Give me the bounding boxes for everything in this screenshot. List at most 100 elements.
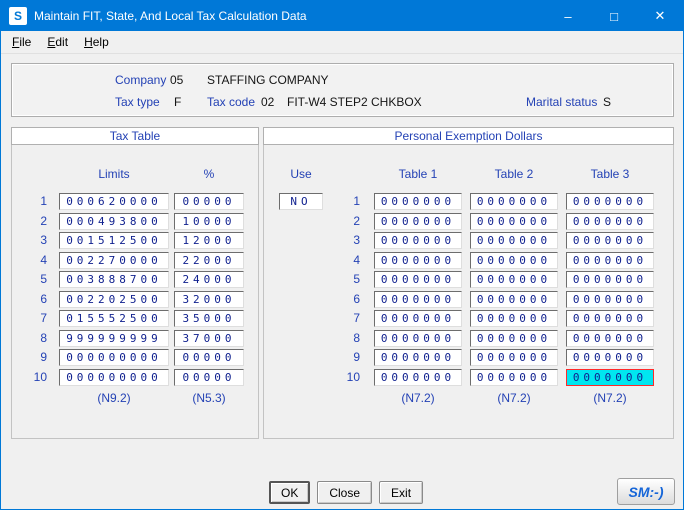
exemption-table1-field-6[interactable]: 0000000 — [374, 290, 462, 308]
row-number: 1 — [353, 194, 360, 208]
exemption-table1-field-9[interactable]: 0000000 — [374, 349, 462, 367]
tax-percent-field-9[interactable]: 00000 — [174, 349, 244, 367]
maximize-button[interactable]: □ — [591, 1, 637, 31]
personal-exemption-title: Personal Exemption Dollars — [263, 127, 674, 145]
row-number: 10 — [33, 369, 47, 384]
menu-file[interactable]: File — [4, 32, 39, 52]
exemption-table2-field-7[interactable]: 0000000 — [470, 310, 558, 328]
tax-limit-field-8[interactable]: 999999999 — [59, 329, 169, 347]
row-number: 6 — [353, 291, 360, 306]
exemption-table2-field-1[interactable]: 0000000 — [470, 193, 558, 210]
company-name: STAFFING COMPANY — [207, 73, 329, 87]
tax-percent-field-8[interactable]: 37000 — [174, 329, 244, 347]
exemption-table3-field-6[interactable]: 0000000 — [566, 290, 654, 308]
tax-code-name: FIT-W4 STEP2 CHKBOX — [287, 95, 422, 109]
row-number: 3 — [353, 233, 360, 248]
tax-percent-field-1[interactable]: 00000 — [174, 193, 244, 210]
row-number: 8 — [40, 330, 47, 345]
row-number: 7 — [40, 311, 47, 326]
exemption-table2-field-5[interactable]: 0000000 — [470, 271, 558, 289]
exemption-table1-field-3[interactable]: 0000000 — [374, 232, 462, 250]
row-number: 9 — [353, 350, 360, 365]
button-row: OK Close Exit — [269, 481, 424, 504]
exemption-table2-field-3[interactable]: 0000000 — [470, 232, 558, 250]
row-number: 10 — [346, 369, 360, 384]
exemption-table1-field-10[interactable]: 0000000 — [374, 368, 462, 386]
exemption-table3-field-7[interactable]: 0000000 — [566, 310, 654, 328]
table3-column-header: Table 3 — [590, 167, 630, 181]
row-number: 4 — [40, 252, 47, 267]
titlebar[interactable]: S Maintain FIT, State, And Local Tax Cal… — [1, 1, 683, 31]
exemption-table2-field-10[interactable]: 0000000 — [470, 368, 558, 386]
table2-format-label: (N7.2) — [497, 391, 531, 405]
exemption-table1-field-4[interactable]: 0000000 — [374, 251, 462, 269]
marital-status-value: S — [603, 95, 612, 109]
exemption-table2-field-2[interactable]: 0000000 — [470, 212, 558, 230]
exemption-table1-field-8[interactable]: 0000000 — [374, 329, 462, 347]
exemption-table3-field-5[interactable]: 0000000 — [566, 271, 654, 289]
use-label: Use — [290, 167, 312, 181]
row-number: 5 — [353, 272, 360, 287]
close-button[interactable]: Close — [317, 481, 373, 504]
tax-percent-field-3[interactable]: 12000 — [174, 232, 244, 250]
exemption-table1-field-1[interactable]: 0000000 — [374, 193, 462, 210]
exemption-table3-field-2[interactable]: 0000000 — [566, 212, 654, 230]
tax-percent-field-10[interactable]: 00000 — [174, 368, 244, 386]
company-code: 05 — [170, 73, 184, 87]
exemption-table2-field-8[interactable]: 0000000 — [470, 329, 558, 347]
ok-button[interactable]: OK — [269, 481, 311, 504]
exemption-table1-field-7[interactable]: 0000000 — [374, 310, 462, 328]
close-button[interactable]: ✕ — [637, 1, 683, 31]
tax-percent-field-4[interactable]: 22000 — [174, 251, 244, 269]
tax-limit-field-7[interactable]: 015552500 — [59, 310, 169, 328]
tax-code-value: 02 — [261, 95, 275, 109]
tax-limit-field-5[interactable]: 003888700 — [59, 271, 169, 289]
exit-button[interactable]: Exit — [379, 481, 424, 504]
tax-limit-field-3[interactable]: 001512500 — [59, 232, 169, 250]
sm-logo-button[interactable]: SM:-) — [617, 478, 675, 505]
company-label: Company — [115, 73, 167, 87]
tax-limit-field-1[interactable]: 000620000 — [59, 193, 169, 210]
exemption-table2-field-6[interactable]: 0000000 — [470, 290, 558, 308]
tax-limit-field-4[interactable]: 002270000 — [59, 251, 169, 269]
tax-limit-field-2[interactable]: 000493800 — [59, 212, 169, 230]
exemption-table1-field-5[interactable]: 0000000 — [374, 271, 462, 289]
tax-percent-field-2[interactable]: 10000 — [174, 212, 244, 230]
tax-limit-field-6[interactable]: 002202500 — [59, 290, 169, 308]
tax-limit-field-10[interactable]: 000000000 — [59, 368, 169, 386]
row-number: 6 — [40, 291, 47, 306]
row-number: 2 — [40, 213, 47, 228]
use-field[interactable]: NO — [279, 193, 323, 210]
exemption-table1-field-2[interactable]: 0000000 — [374, 212, 462, 230]
tax-type-label: Tax type — [115, 95, 160, 109]
exemption-table3-field-1[interactable]: 0000000 — [566, 193, 654, 210]
limits-column-header: Limits — [98, 167, 130, 181]
table1-column-header: Table 1 — [398, 167, 438, 181]
menu-help[interactable]: Help — [76, 32, 117, 52]
tax-code-label: Tax code — [207, 95, 256, 109]
table3-format-label: (N7.2) — [593, 391, 627, 405]
menubar: File Edit Help — [1, 31, 683, 54]
exemption-table3-field-8[interactable]: 0000000 — [566, 329, 654, 347]
tax-type-value: F — [174, 95, 182, 109]
header-panel: Company 05 STAFFING COMPANY Tax type F T… — [11, 63, 674, 117]
tax-percent-field-7[interactable]: 35000 — [174, 310, 244, 328]
tax-percent-field-5[interactable]: 24000 — [174, 271, 244, 289]
tax-table-title: Tax Table — [11, 127, 259, 145]
row-number: 2 — [353, 213, 360, 228]
tax-limit-field-9[interactable]: 000000000 — [59, 349, 169, 367]
window-title: Maintain FIT, State, And Local Tax Calcu… — [34, 9, 307, 23]
exemption-table3-field-3[interactable]: 0000000 — [566, 232, 654, 250]
menu-edit[interactable]: Edit — [39, 32, 76, 52]
exemption-table3-field-9[interactable]: 0000000 — [566, 349, 654, 367]
exemption-table3-field-4[interactable]: 0000000 — [566, 251, 654, 269]
exemption-table2-field-4[interactable]: 0000000 — [470, 251, 558, 269]
exemption-table3-field-10[interactable]: 0000000 — [566, 368, 654, 386]
row-number: 5 — [40, 272, 47, 287]
table2-column-header: Table 2 — [494, 167, 534, 181]
tax-percent-field-6[interactable]: 32000 — [174, 290, 244, 308]
row-number: 7 — [353, 311, 360, 326]
minimize-button[interactable]: – — [545, 1, 591, 31]
marital-status-label: Marital status — [526, 95, 598, 109]
exemption-table2-field-9[interactable]: 0000000 — [470, 349, 558, 367]
